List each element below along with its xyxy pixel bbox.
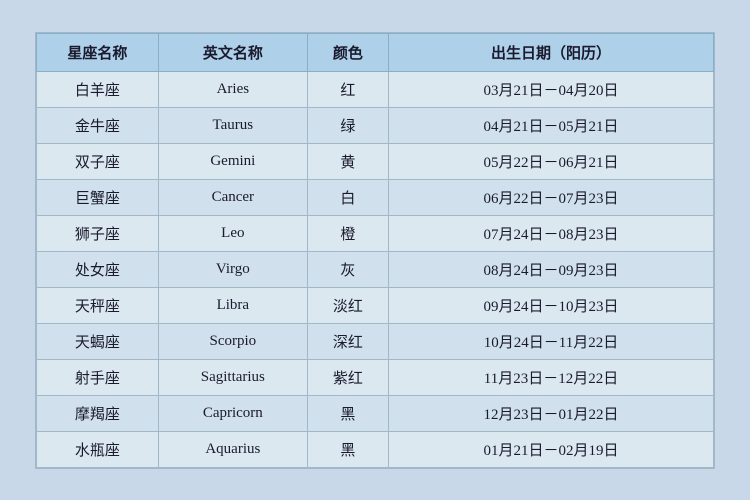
cell-english: Aries <box>158 71 307 107</box>
cell-chinese: 摩羯座 <box>37 395 159 431</box>
cell-english: Gemini <box>158 143 307 179</box>
cell-color: 黑 <box>307 431 388 467</box>
cell-color: 紫红 <box>307 359 388 395</box>
cell-date: 07月24日－08月23日 <box>389 215 714 251</box>
cell-chinese: 金牛座 <box>37 107 159 143</box>
table-row: 水瓶座Aquarius黑01月21日－02月19日 <box>37 431 714 467</box>
cell-chinese: 水瓶座 <box>37 431 159 467</box>
table-row: 金牛座Taurus绿04月21日－05月21日 <box>37 107 714 143</box>
header-date: 出生日期（阳历） <box>389 33 714 71</box>
cell-chinese: 巨蟹座 <box>37 179 159 215</box>
table-row: 巨蟹座Cancer白06月22日－07月23日 <box>37 179 714 215</box>
cell-color: 橙 <box>307 215 388 251</box>
zodiac-table: 星座名称 英文名称 颜色 出生日期（阳历） 白羊座Aries红03月21日－04… <box>36 33 714 468</box>
cell-english: Capricorn <box>158 395 307 431</box>
cell-color: 红 <box>307 71 388 107</box>
cell-english: Cancer <box>158 179 307 215</box>
table-row: 摩羯座Capricorn黑12月23日－01月22日 <box>37 395 714 431</box>
cell-english: Leo <box>158 215 307 251</box>
header-color: 颜色 <box>307 33 388 71</box>
cell-date: 03月21日－04月20日 <box>389 71 714 107</box>
cell-date: 06月22日－07月23日 <box>389 179 714 215</box>
header-chinese: 星座名称 <box>37 33 159 71</box>
table-row: 天蝎座Scorpio深红10月24日－11月22日 <box>37 323 714 359</box>
cell-chinese: 双子座 <box>37 143 159 179</box>
cell-chinese: 天蝎座 <box>37 323 159 359</box>
zodiac-table-container: 星座名称 英文名称 颜色 出生日期（阳历） 白羊座Aries红03月21日－04… <box>35 32 715 469</box>
cell-english: Taurus <box>158 107 307 143</box>
cell-color: 白 <box>307 179 388 215</box>
cell-english: Sagittarius <box>158 359 307 395</box>
cell-chinese: 狮子座 <box>37 215 159 251</box>
cell-date: 04月21日－05月21日 <box>389 107 714 143</box>
cell-chinese: 射手座 <box>37 359 159 395</box>
table-body: 白羊座Aries红03月21日－04月20日金牛座Taurus绿04月21日－0… <box>37 71 714 467</box>
cell-color: 黄 <box>307 143 388 179</box>
cell-date: 09月24日－10月23日 <box>389 287 714 323</box>
cell-english: Scorpio <box>158 323 307 359</box>
cell-date: 05月22日－06月21日 <box>389 143 714 179</box>
table-row: 射手座Sagittarius紫红11月23日－12月22日 <box>37 359 714 395</box>
cell-date: 10月24日－11月22日 <box>389 323 714 359</box>
cell-english: Aquarius <box>158 431 307 467</box>
table-header-row: 星座名称 英文名称 颜色 出生日期（阳历） <box>37 33 714 71</box>
cell-english: Virgo <box>158 251 307 287</box>
cell-date: 01月21日－02月19日 <box>389 431 714 467</box>
cell-chinese: 处女座 <box>37 251 159 287</box>
table-row: 白羊座Aries红03月21日－04月20日 <box>37 71 714 107</box>
cell-color: 淡红 <box>307 287 388 323</box>
cell-color: 灰 <box>307 251 388 287</box>
table-row: 双子座Gemini黄05月22日－06月21日 <box>37 143 714 179</box>
cell-chinese: 白羊座 <box>37 71 159 107</box>
cell-date: 12月23日－01月22日 <box>389 395 714 431</box>
cell-color: 黑 <box>307 395 388 431</box>
cell-color: 深红 <box>307 323 388 359</box>
cell-chinese: 天秤座 <box>37 287 159 323</box>
cell-english: Libra <box>158 287 307 323</box>
table-row: 狮子座Leo橙07月24日－08月23日 <box>37 215 714 251</box>
table-row: 天秤座Libra淡红09月24日－10月23日 <box>37 287 714 323</box>
cell-date: 08月24日－09月23日 <box>389 251 714 287</box>
cell-color: 绿 <box>307 107 388 143</box>
header-english: 英文名称 <box>158 33 307 71</box>
table-row: 处女座Virgo灰08月24日－09月23日 <box>37 251 714 287</box>
cell-date: 11月23日－12月22日 <box>389 359 714 395</box>
